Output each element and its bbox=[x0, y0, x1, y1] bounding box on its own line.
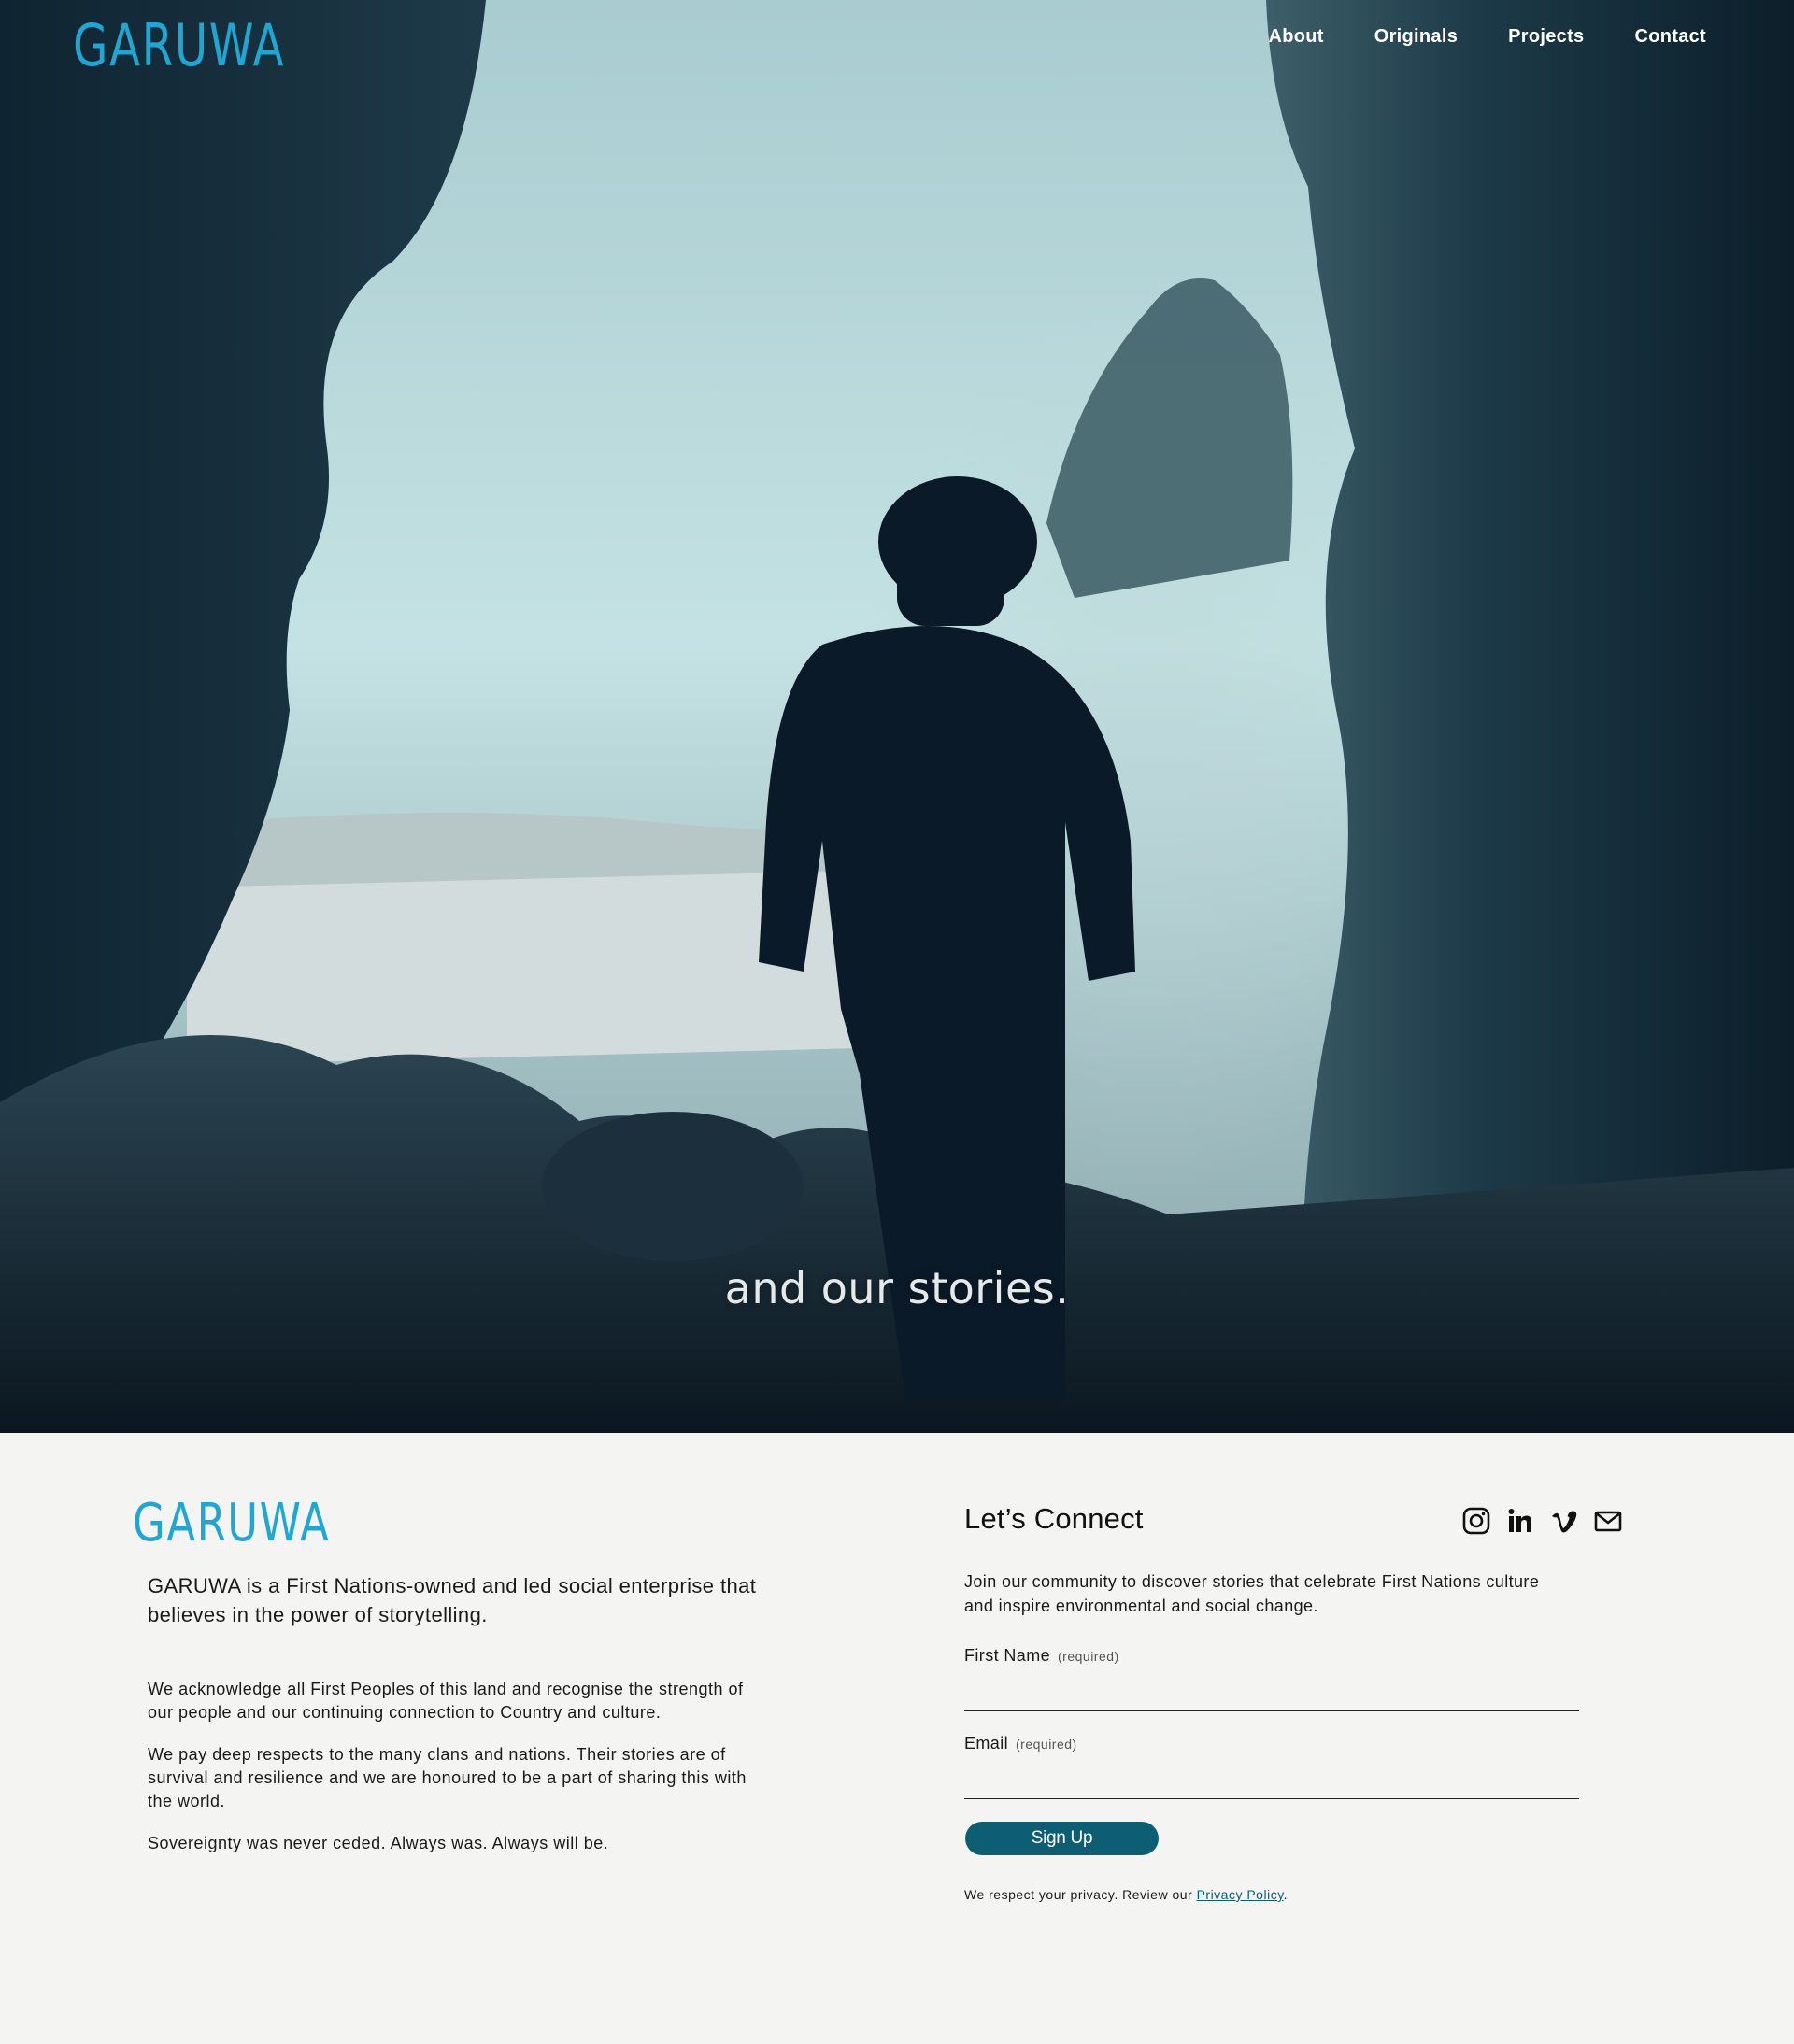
garuwa-footer-logo[interactable]: GARUWA bbox=[133, 1493, 330, 1554]
social-links bbox=[1461, 1506, 1623, 1536]
email-label: Email bbox=[964, 1734, 1009, 1753]
sign-up-button[interactable]: Sign Up bbox=[965, 1822, 1159, 1855]
nav-about[interactable]: About bbox=[1268, 26, 1323, 48]
first-name-input[interactable] bbox=[964, 1677, 1579, 1711]
acknowledgement-paragraph: We pay deep respects to the many clans a… bbox=[148, 1745, 747, 1810]
first-name-field: First Name (required) bbox=[964, 1646, 1579, 1711]
privacy-policy-link[interactable]: Privacy Policy bbox=[1197, 1887, 1284, 1902]
acknowledgement-paragraph: Sovereignty was never ceded. Always was.… bbox=[148, 1834, 609, 1852]
nav-projects[interactable]: Projects bbox=[1508, 26, 1584, 48]
acknowledgement-paragraph: We acknowledge all First Peoples of this… bbox=[148, 1680, 744, 1722]
site-header: GARUWA About Originals Projects Contact bbox=[0, 0, 1794, 84]
nav-contact[interactable]: Contact bbox=[1634, 26, 1706, 48]
connect-heading: Let’s Connect bbox=[964, 1502, 1144, 1535]
instagram-icon[interactable] bbox=[1461, 1506, 1491, 1536]
required-note: (required) bbox=[1058, 1649, 1119, 1664]
privacy-note: We respect your privacy. Review our Priv… bbox=[964, 1887, 1288, 1902]
hero-background-image bbox=[0, 0, 1794, 1433]
linkedin-icon[interactable] bbox=[1505, 1506, 1535, 1536]
vimeo-icon[interactable] bbox=[1549, 1506, 1579, 1536]
hero-video: GARUWA About Originals Projects Contact … bbox=[0, 0, 1794, 1433]
email-input[interactable] bbox=[964, 1765, 1579, 1799]
garuwa-logo[interactable]: GARUWA bbox=[73, 11, 285, 79]
email-icon[interactable] bbox=[1593, 1506, 1623, 1536]
privacy-suffix: . bbox=[1283, 1887, 1289, 1902]
site-footer: GARUWA GARUWA is a First Nations-owned a… bbox=[0, 1433, 1794, 2044]
video-caption: and our stories. bbox=[724, 1263, 1070, 1313]
acknowledgement-of-country: We acknowledge all First Peoples of this… bbox=[148, 1678, 764, 1874]
nav-originals[interactable]: Originals bbox=[1374, 26, 1458, 48]
first-name-label: First Name bbox=[964, 1646, 1051, 1665]
mission-statement: GARUWA is a First Nations-owned and led … bbox=[148, 1574, 757, 1626]
newsletter-description: Join our community to discover stories t… bbox=[964, 1572, 1540, 1615]
main-nav: About Originals Projects Contact bbox=[1268, 26, 1706, 48]
required-note: (required) bbox=[1016, 1737, 1077, 1752]
privacy-text: We respect your privacy. Review our bbox=[964, 1887, 1197, 1902]
email-field: Email (required) bbox=[964, 1734, 1579, 1799]
